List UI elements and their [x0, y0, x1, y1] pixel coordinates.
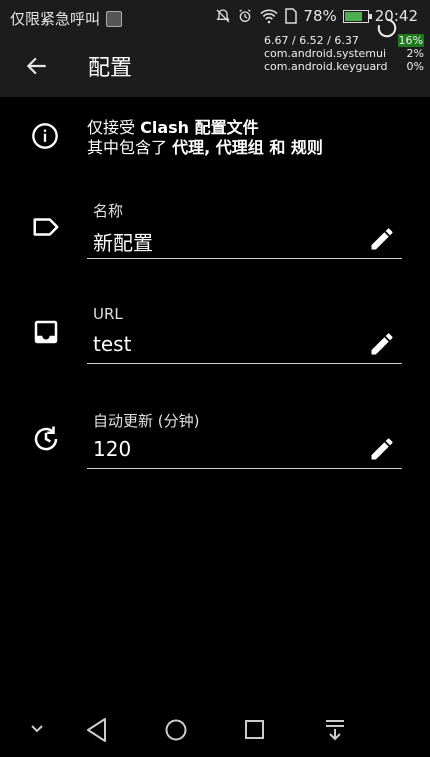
- info-line-1-prefix: 仅接受: [87, 118, 141, 137]
- chevron-down-icon[interactable]: [30, 723, 44, 735]
- inbox-icon: [34, 320, 58, 344]
- perf-process-name: com.android.systemui: [264, 47, 387, 60]
- navigation-bar: [0, 705, 430, 757]
- field-underline: [87, 468, 402, 469]
- edit-pencil-icon[interactable]: [368, 435, 396, 463]
- status-bar-left: 仅限紧急呼叫: [10, 8, 123, 29]
- history-icon: [34, 426, 58, 451]
- notifications-pull-icon[interactable]: [323, 717, 347, 743]
- info-line-2-bold: 代理, 代理组 和 规则: [172, 138, 323, 157]
- info-line-1-bold: Clash 配置文件: [140, 118, 259, 137]
- wifi-icon: [260, 9, 278, 24]
- field-underline: [87, 363, 402, 364]
- field-label: 名称: [93, 202, 124, 220]
- notification-icon: [106, 10, 123, 27]
- info-line-1: 仅接受 Clash 配置文件: [87, 118, 323, 138]
- perf-process-pct: 2%: [406, 47, 424, 60]
- edit-pencil-icon[interactable]: [368, 225, 396, 253]
- perf-process-pct: 0%: [406, 60, 424, 73]
- perf-load: 6.67 / 6.52 / 6.37: [264, 34, 359, 47]
- recents-icon[interactable]: [244, 717, 266, 743]
- perf-process-row: com.android.keyguard 0%: [264, 60, 424, 73]
- field-name[interactable]: 名称 新配置: [0, 200, 430, 285]
- edit-pencil-icon[interactable]: [368, 330, 396, 358]
- field-auto-update[interactable]: 自动更新 (分钟) 120: [0, 410, 430, 495]
- field-value[interactable]: 120: [93, 437, 131, 461]
- field-underline: [87, 258, 402, 259]
- perf-process-row: com.android.systemui 2%: [264, 47, 424, 60]
- info-line-2: 其中包含了 代理, 代理组 和 规则: [87, 138, 323, 158]
- info-section: 仅接受 Clash 配置文件 其中包含了 代理, 代理组 和 规则: [0, 100, 430, 180]
- home-icon[interactable]: [164, 717, 188, 743]
- info-icon: [32, 123, 58, 149]
- field-label: 自动更新 (分钟): [93, 412, 200, 430]
- perf-cpu-total: 16%: [397, 34, 424, 47]
- label-icon: [33, 218, 59, 236]
- info-text: 仅接受 Clash 配置文件 其中包含了 代理, 代理组 和 规则: [87, 118, 323, 158]
- battery-fill: [344, 11, 362, 21]
- battery-percent: 78%: [303, 7, 337, 25]
- alarm-icon: [239, 9, 252, 22]
- info-line-2-prefix: 其中包含了: [87, 138, 173, 157]
- page-title: 配置: [88, 56, 133, 81]
- battery-icon: [342, 9, 372, 23]
- sim-icon: [285, 8, 298, 24]
- carrier-text: 仅限紧急呼叫: [10, 10, 101, 28]
- field-url[interactable]: URL test: [0, 305, 430, 390]
- perf-load-row: 6.67 / 6.52 / 6.37 16%: [264, 34, 424, 47]
- loading-spinner-icon: [377, 18, 397, 38]
- field-value[interactable]: test: [93, 332, 131, 356]
- field-value[interactable]: 新配置: [93, 227, 153, 256]
- back-arrow-icon[interactable]: [24, 53, 50, 79]
- back-icon[interactable]: [85, 717, 109, 743]
- status-bar: 仅限紧急呼叫 78% 20:42: [0, 0, 430, 35]
- perf-overlay: 6.67 / 6.52 / 6.37 16% com.android.syste…: [264, 34, 424, 73]
- field-label: URL: [93, 305, 123, 323]
- perf-process-name: com.android.keyguard: [264, 60, 388, 73]
- mute-icon: [216, 9, 231, 23]
